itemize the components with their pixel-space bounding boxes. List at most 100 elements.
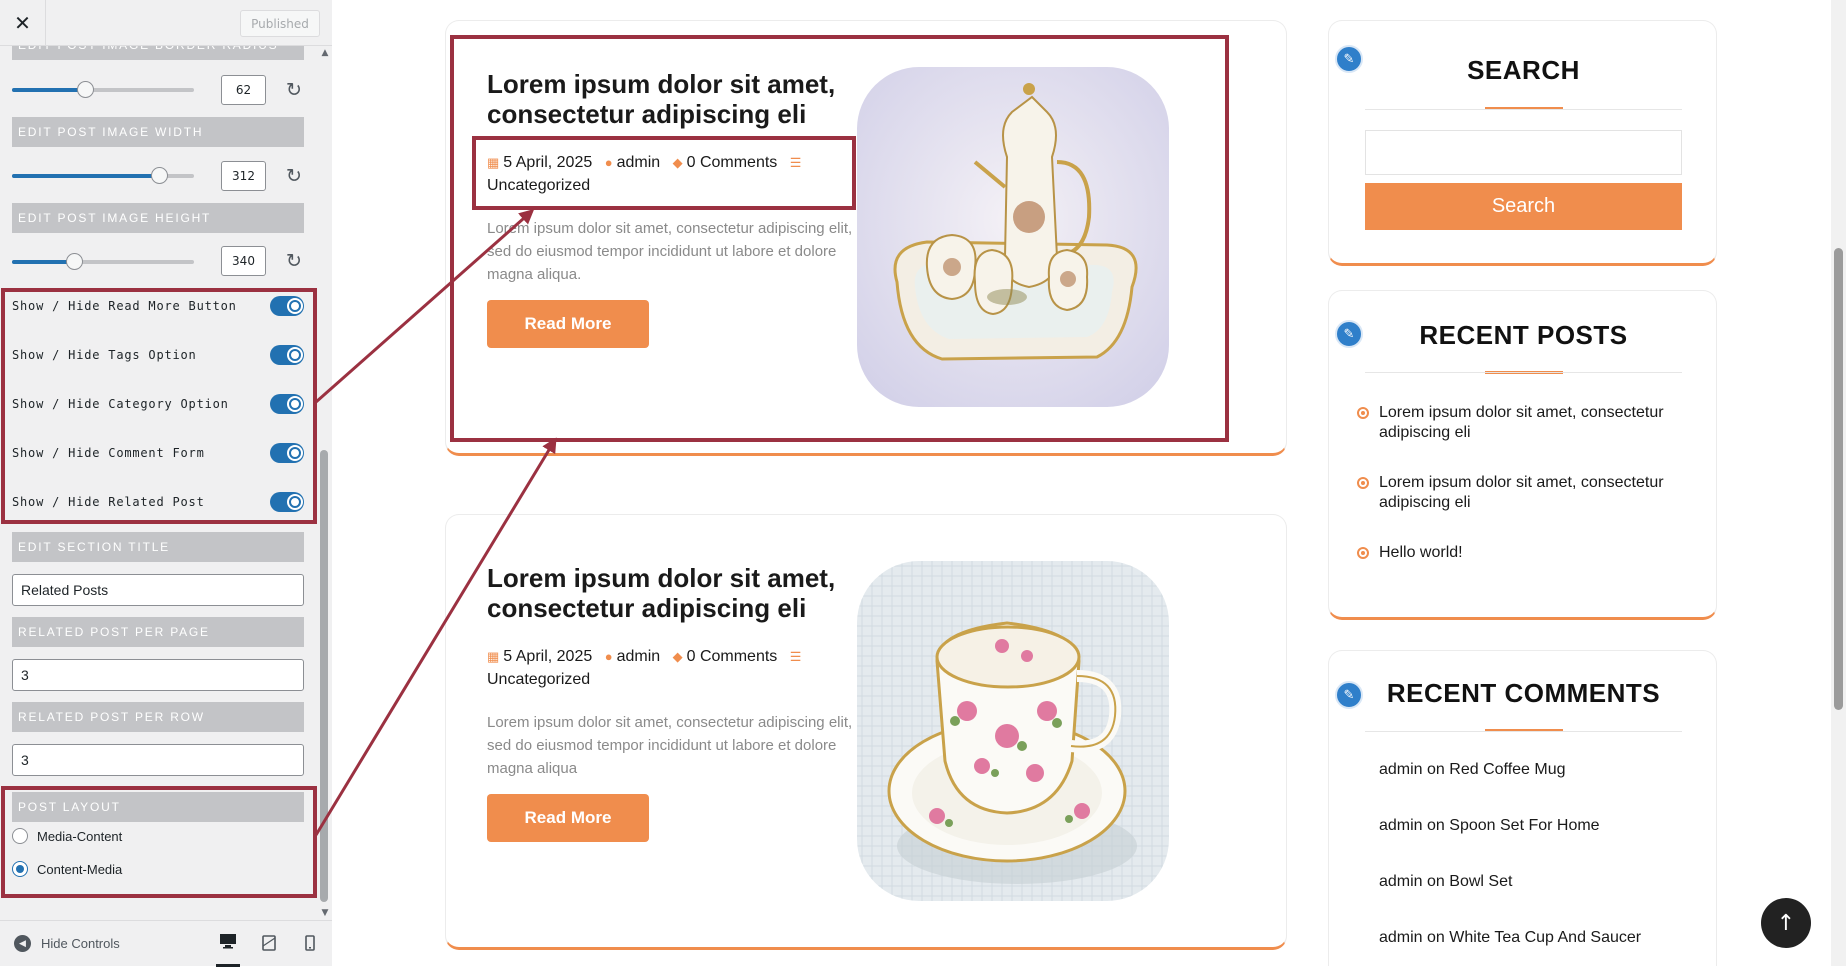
site-preview: Lorem ipsum dolor sit amet, consectetur … — [332, 0, 1846, 966]
desktop-icon[interactable] — [216, 931, 240, 967]
post-title[interactable]: Lorem ipsum dolor sit amet, consectetur … — [487, 563, 857, 623]
toggle-label: Show / Hide Related Post — [12, 495, 205, 509]
toggle-label: Show / Hide Category Option — [12, 397, 229, 411]
comment-on: on — [1427, 817, 1445, 834]
post-comments[interactable]: 0 Comments — [687, 154, 778, 171]
comment-on: on — [1427, 873, 1445, 890]
section-title-input[interactable]: Related Posts — [12, 574, 304, 606]
post-author[interactable]: admin — [617, 154, 661, 171]
slider-handle[interactable] — [151, 167, 169, 184]
search-button[interactable]: Search — [1365, 183, 1682, 230]
hide-controls-label: Hide Controls — [41, 936, 120, 951]
post-author[interactable]: admin — [617, 648, 661, 665]
recent-post-link[interactable]: Lorem ipsum dolor sit amet, consectetur … — [1357, 473, 1679, 513]
comment-post-link[interactable]: Spoon Set For Home — [1449, 817, 1599, 834]
post-card: Lorem ipsum dolor sit amet, consectetur … — [445, 514, 1287, 950]
comment-post-link[interactable]: Red Coffee Mug — [1449, 761, 1565, 778]
customizer-controls[interactable]: EDIT POST IMAGE BORDER RADIUS 62 ↻ EDIT … — [0, 46, 332, 920]
recent-comments-widget: ✎ RECENT COMMENTS admin on Red Coffee Mu… — [1328, 650, 1717, 966]
comment-on: on — [1427, 761, 1445, 778]
comment-on: on — [1427, 929, 1445, 946]
radio-button-selected[interactable] — [12, 861, 28, 877]
user-icon: ● — [604, 649, 613, 664]
section-heading-per-row: RELATED POST PER ROW — [12, 702, 304, 732]
customizer-header: ✕ Published — [0, 0, 332, 46]
scroll-to-top-button[interactable]: ↑ — [1761, 898, 1811, 948]
tea-set-photo[interactable] — [857, 67, 1169, 407]
post-date[interactable]: 5 April, 2025 — [503, 648, 592, 665]
comment-form-toggle[interactable] — [270, 443, 304, 463]
comment-author: admin — [1379, 873, 1423, 890]
recent-comment: admin on Spoon Set For Home — [1379, 817, 1699, 835]
category-toggle[interactable] — [270, 394, 304, 414]
bullet-icon — [1357, 477, 1369, 489]
recent-comment: admin on Bowl Set — [1379, 873, 1699, 891]
toggle-row-tags: Show / Hide Tags Option — [12, 341, 304, 369]
tablet-icon[interactable] — [257, 931, 281, 955]
comment-post-link[interactable]: White Tea Cup And Saucer — [1449, 929, 1641, 946]
close-icon[interactable]: ✕ — [0, 0, 46, 46]
hide-controls-button[interactable]: ◀ Hide Controls — [14, 935, 120, 952]
radius-number-input[interactable]: 62 — [221, 75, 266, 105]
toggle-label: Show / Hide Comment Form — [12, 446, 205, 460]
recent-comment: admin on Red Coffee Mug — [1379, 761, 1699, 779]
search-input[interactable] — [1365, 130, 1682, 175]
section-heading-height: EDIT POST IMAGE HEIGHT — [12, 203, 304, 233]
customizer-footer: ◀ Hide Controls — [0, 920, 332, 967]
height-slider[interactable] — [12, 253, 194, 270]
comments-icon: ◆ — [672, 155, 683, 170]
layout-option-content-media[interactable]: Content-Media — [12, 861, 122, 877]
publish-button[interactable]: Published — [240, 10, 320, 37]
toggle-label: Show / Hide Tags Option — [12, 348, 197, 362]
reset-icon[interactable]: ↻ — [284, 80, 304, 100]
recent-post-link[interactable]: Lorem ipsum dolor sit amet, consectetur … — [1357, 403, 1679, 443]
post-meta: ▦ 5 April, 2025 ● admin ◆ 0 Comments ☰ Unca… — [487, 645, 859, 691]
post-category[interactable]: Uncategorized — [487, 177, 590, 194]
reset-icon[interactable]: ↻ — [284, 251, 304, 271]
scroll-up-arrow-icon[interactable]: ▲ — [318, 46, 332, 60]
radio-label: Media-Content — [37, 828, 123, 844]
width-slider[interactable] — [12, 167, 194, 184]
post-meta: ▦ 5 April, 2025 ● admin ◆ 0 Comments ☰ Unca… — [487, 151, 859, 197]
slider-handle[interactable] — [76, 81, 94, 98]
read-more-toggle[interactable] — [270, 296, 304, 316]
scroll-down-arrow-icon[interactable]: ▼ — [318, 906, 332, 920]
layout-option-media-content[interactable]: Media-Content — [12, 828, 122, 844]
bullet-icon — [1357, 407, 1369, 419]
mobile-icon[interactable] — [298, 931, 322, 955]
recent-comment: admin on White Tea Cup And Saucer — [1379, 929, 1699, 947]
per-page-input[interactable]: 3 — [12, 659, 304, 691]
comment-author: admin — [1379, 817, 1423, 834]
teacup-photo[interactable] — [857, 561, 1169, 901]
related-post-toggle[interactable] — [270, 492, 304, 512]
toggle-row-read-more: Show / Hide Read More Button — [12, 292, 304, 320]
post-card: Lorem ipsum dolor sit amet, consectetur … — [445, 20, 1287, 456]
category-list-icon: ☰ — [789, 155, 802, 170]
section-heading-radius: EDIT POST IMAGE BORDER RADIUS — [12, 46, 304, 60]
preview-scrollbar-thumb[interactable] — [1834, 248, 1843, 710]
read-more-button[interactable]: Read More — [487, 300, 649, 348]
post-excerpt: Lorem ipsum dolor sit amet, consectetur … — [487, 220, 853, 283]
comments-icon: ◆ — [672, 649, 683, 664]
comment-post-link[interactable]: Bowl Set — [1449, 873, 1512, 890]
section-heading-post-layout: POST LAYOUT — [12, 792, 304, 822]
recent-post-link[interactable]: Hello world! — [1357, 543, 1679, 563]
reset-icon[interactable]: ↻ — [284, 166, 304, 186]
tags-toggle[interactable] — [270, 345, 304, 365]
widget-title: RECENT POSTS — [1419, 320, 1628, 350]
radius-slider[interactable] — [12, 81, 194, 98]
read-more-button[interactable]: Read More — [487, 794, 649, 842]
post-category[interactable]: Uncategorized — [487, 671, 590, 688]
radio-button[interactable] — [12, 828, 28, 844]
post-date[interactable]: 5 April, 2025 — [503, 154, 592, 171]
post-comments[interactable]: 0 Comments — [687, 648, 778, 665]
per-row-input[interactable]: 3 — [12, 744, 304, 776]
height-number-input[interactable]: 340 — [221, 246, 266, 276]
slider-handle[interactable] — [65, 253, 83, 270]
width-number-input[interactable]: 312 — [221, 161, 266, 191]
bullet-icon — [1357, 547, 1369, 559]
toggle-row-comment-form: Show / Hide Comment Form — [12, 439, 304, 467]
post-title[interactable]: Lorem ipsum dolor sit amet, consectetur … — [487, 69, 857, 129]
section-heading-per-page: RELATED POST PER PAGE — [12, 617, 304, 647]
sidebar-scrollbar-thumb[interactable] — [320, 450, 328, 902]
